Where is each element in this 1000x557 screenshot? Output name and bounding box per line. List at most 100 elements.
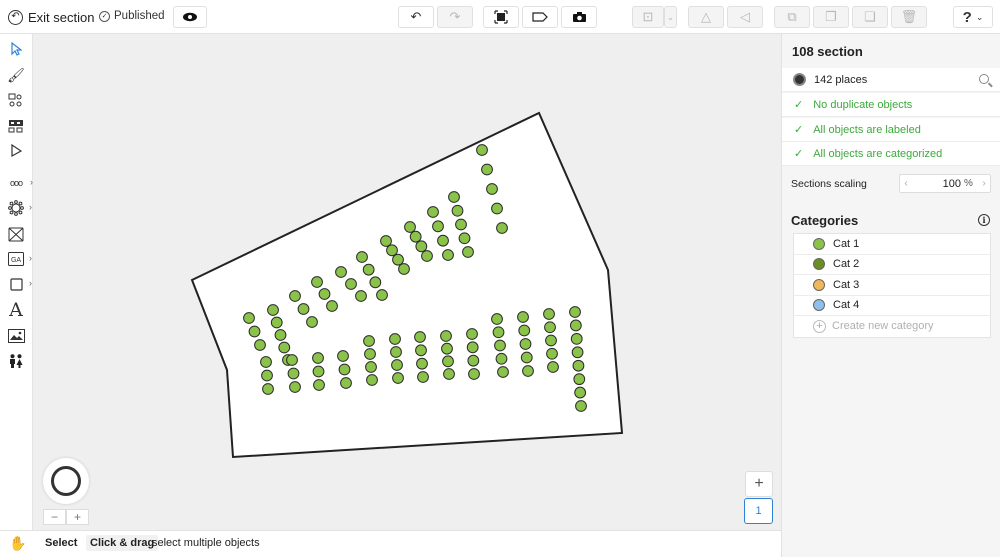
duplicate-button[interactable]: ❐ [813, 6, 849, 28]
seat[interactable] [466, 341, 479, 354]
seat[interactable] [522, 365, 534, 377]
zoom-out-button[interactable]: − [43, 509, 66, 525]
seat[interactable] [491, 202, 503, 215]
seat[interactable] [386, 244, 398, 257]
seat[interactable] [448, 191, 460, 203]
seat[interactable] [496, 222, 508, 234]
add-floor-button[interactable]: + [745, 471, 773, 497]
seat[interactable] [398, 263, 410, 275]
brush-tool[interactable]: 🖌 [6, 66, 26, 84]
seat[interactable] [462, 246, 474, 258]
increment-icon[interactable]: › [978, 178, 990, 189]
seat[interactable] [392, 372, 404, 384]
seat[interactable] [287, 367, 300, 380]
seat[interactable] [547, 361, 559, 373]
exit-section-button[interactable]: ↶ Exit section [8, 8, 94, 26]
seat[interactable] [442, 249, 454, 261]
seat[interactable] [274, 329, 287, 341]
seat[interactable] [415, 240, 428, 253]
pan-compass[interactable] [43, 458, 89, 504]
section-outline[interactable] [190, 111, 624, 459]
seat[interactable] [518, 324, 531, 337]
seat[interactable] [574, 386, 587, 399]
seat[interactable] [366, 374, 378, 386]
seat[interactable] [415, 344, 427, 357]
seat[interactable] [376, 289, 388, 301]
seat[interactable] [389, 333, 401, 345]
seat[interactable] [476, 144, 488, 156]
seat[interactable] [467, 354, 480, 367]
screenshot-button[interactable] [561, 6, 597, 28]
seat[interactable] [497, 366, 509, 378]
flip-vertical-button[interactable]: ◁ [727, 6, 763, 28]
seat[interactable] [495, 352, 508, 365]
seat[interactable] [261, 369, 273, 382]
seat[interactable] [451, 204, 464, 217]
seat[interactable] [486, 183, 498, 195]
seat[interactable] [443, 368, 455, 380]
seat[interactable] [543, 308, 555, 320]
seat[interactable] [427, 206, 439, 218]
seat[interactable] [365, 361, 377, 373]
seat[interactable] [391, 359, 403, 371]
search-icon[interactable] [979, 74, 989, 84]
seat[interactable] [345, 278, 357, 290]
flip-horizontal-button[interactable]: △ [688, 6, 724, 28]
select-tool[interactable] [6, 40, 26, 58]
category-item[interactable]: Cat 3 [794, 275, 990, 296]
places-row[interactable]: 142 places [782, 68, 1000, 92]
sections-scaling-input[interactable]: ‹ 100 % › [899, 174, 991, 193]
seat[interactable] [270, 316, 283, 329]
seat[interactable] [335, 266, 347, 278]
seat[interactable] [544, 321, 556, 334]
seat[interactable] [326, 300, 338, 312]
category-item[interactable]: Cat 2 [794, 255, 990, 275]
undo-button[interactable]: ↶ [398, 6, 434, 28]
seat[interactable] [494, 339, 506, 352]
paste-button[interactable]: ❏ [852, 6, 888, 28]
seat[interactable] [297, 303, 310, 315]
seat[interactable] [416, 357, 428, 370]
seat[interactable] [338, 363, 351, 376]
image-tool[interactable] [6, 327, 26, 345]
seat[interactable] [262, 383, 274, 395]
seat[interactable] [520, 351, 533, 364]
seat[interactable] [312, 365, 325, 378]
seat[interactable] [364, 348, 376, 360]
seat[interactable] [569, 306, 581, 318]
align-button[interactable]: ⊡ [632, 6, 664, 28]
seat[interactable] [311, 276, 323, 288]
category-item[interactable]: Cat 1 [794, 234, 990, 255]
floor-1-button[interactable]: 1 [744, 498, 773, 524]
seat[interactable] [337, 350, 349, 362]
seat[interactable] [390, 346, 402, 358]
shape-tool[interactable]: › [6, 275, 32, 293]
seat[interactable] [441, 342, 453, 355]
zoom-in-button[interactable]: + [66, 509, 89, 525]
create-category-button[interactable]: + Create new category [794, 316, 990, 337]
seat[interactable] [289, 290, 301, 302]
seat[interactable] [392, 253, 404, 266]
seat[interactable] [440, 330, 452, 342]
select-seats-button[interactable] [483, 6, 519, 28]
seat[interactable] [421, 250, 433, 262]
seat[interactable] [404, 221, 416, 233]
seat[interactable] [318, 288, 331, 300]
info-icon[interactable]: i [978, 214, 990, 226]
text-tool[interactable]: A [6, 299, 26, 321]
seat[interactable] [278, 341, 291, 354]
seat[interactable] [355, 290, 367, 302]
seat[interactable] [517, 311, 529, 323]
seat[interactable] [571, 346, 584, 359]
row-tool[interactable]: ooo › [6, 174, 33, 192]
seat[interactable] [432, 220, 444, 233]
seat[interactable] [243, 312, 255, 324]
seat[interactable] [289, 381, 301, 393]
seat[interactable] [362, 263, 375, 276]
seat[interactable] [414, 331, 426, 343]
seat[interactable] [545, 334, 557, 347]
seat[interactable] [466, 328, 478, 340]
hand-icon[interactable]: ✋ [9, 535, 26, 552]
seat[interactable] [312, 352, 324, 364]
pointer-tool[interactable] [6, 142, 26, 160]
